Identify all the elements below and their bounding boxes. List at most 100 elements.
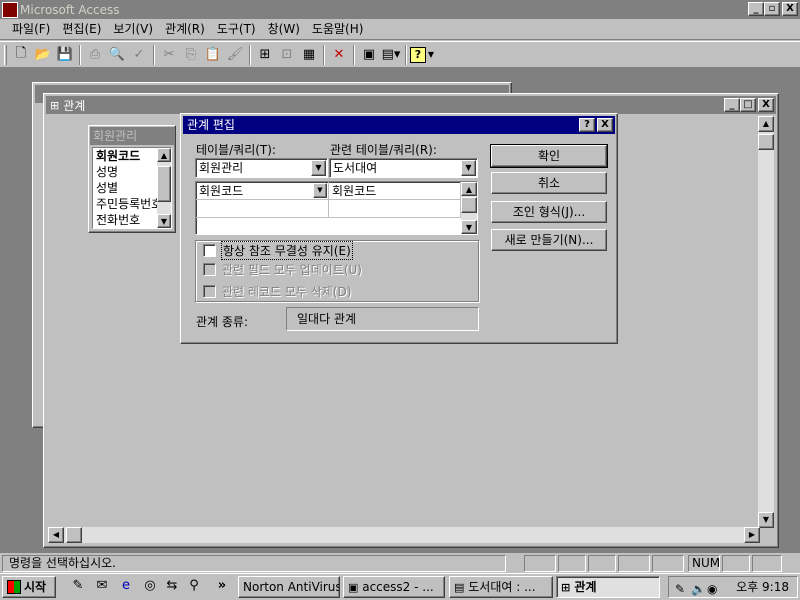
num-lock-indicator: NUM (688, 555, 720, 572)
access-app-icon[interactable] (2, 1, 18, 18)
show-all-icon[interactable]: ▦ (298, 44, 320, 66)
scroll-left-button[interactable]: ◀ (48, 527, 64, 543)
pen-icon[interactable]: ✎ (675, 579, 685, 599)
field-list-item[interactable]: 전화번호 (93, 212, 161, 228)
minimize-button[interactable]: _ (748, 2, 764, 16)
save-icon[interactable]: 💾 (54, 44, 76, 66)
show-direct-icon[interactable]: ⊡ (276, 44, 298, 66)
related-table-query-value: 도서대여 (333, 161, 378, 175)
task-rental[interactable]: ▤ 도서대여 : ... (449, 576, 553, 598)
grid-empty-cell[interactable] (329, 200, 461, 218)
scroll-right-button[interactable]: ▶ (744, 527, 760, 543)
quicklaunch-icon[interactable]: ⇆ (162, 578, 182, 596)
enforce-integrity-row[interactable]: 항상 참조 무결성 유지(E) (203, 241, 356, 260)
help-icon[interactable]: ? (410, 46, 426, 63)
paste-icon[interactable]: 📋 (202, 44, 224, 66)
print-preview-icon[interactable]: 🔍 (106, 44, 128, 66)
menu-edit[interactable]: 편집(E) (56, 20, 107, 38)
chevron-down-icon[interactable]: ▼ (311, 160, 326, 176)
status-panel (558, 555, 586, 572)
menu-relationships[interactable]: 관계(R) (159, 20, 211, 38)
vertical-scrollbar[interactable]: ▲ ▼ (758, 116, 774, 528)
open-icon[interactable]: 📂 (32, 44, 54, 66)
dialog-help-button[interactable]: ? (579, 118, 595, 132)
scroll-up-button[interactable]: ▲ (461, 182, 477, 196)
spelling-icon[interactable]: ✓ (128, 44, 150, 66)
right-field-cell[interactable]: 회원코드 (329, 182, 461, 200)
field-list-scrollbar[interactable]: ▲ ▼ (157, 148, 171, 228)
window-minimize-button[interactable]: _ (724, 98, 740, 112)
related-table-query-combo[interactable]: 도서대여 ▼ (329, 158, 478, 178)
hscroll-thumb[interactable] (66, 527, 82, 543)
quicklaunch-icon[interactable]: ⚲ (184, 578, 204, 596)
cascade-delete-row[interactable]: 관련 레코드 모두 삭제(D) (203, 283, 351, 300)
print-icon[interactable]: ⎙ (84, 44, 106, 66)
grid-scrollbar[interactable]: ▲ ▼ (461, 182, 477, 234)
scroll-down-button[interactable]: ▼ (461, 220, 477, 234)
chevron-down-icon[interactable]: ▼ (461, 160, 476, 176)
field-list-item[interactable]: 성별 (93, 180, 161, 196)
restore-button[interactable]: ▫ (764, 2, 780, 16)
field-list-item[interactable]: 회원코드 (93, 148, 161, 164)
field-list-window[interactable]: 회원관리 회원코드 성명 성별 주민등록번호 전화번호 ▲ ▼ (88, 125, 176, 233)
quicklaunch-icon[interactable]: ✉ (92, 578, 112, 596)
cascade-update-row[interactable]: 관련 필드 모두 업데이트(U) (203, 261, 362, 278)
scroll-down-button[interactable]: ▼ (157, 214, 171, 228)
cancel-button[interactable]: 취소 (491, 172, 607, 194)
field-mapping-grid[interactable]: 회원코드 ▼ 회원코드 ▲ ▼ (195, 181, 478, 235)
toolbar-grip[interactable] (4, 44, 7, 65)
toolbar: 🗋 📂 💾 ⎙ 🔍 ✓ ✂ ⎘ 📋 🖌 ⊞ ⊡ ▦ ✕ ▣ ▤▾ ? ▼ (0, 41, 800, 68)
taskbar-overflow[interactable]: » (212, 578, 232, 596)
clock: 오후 9:18 (736, 580, 789, 594)
field-list-item[interactable]: 성명 (93, 164, 161, 180)
task-norton-antivirus[interactable]: Norton AntiVirus (238, 576, 340, 598)
quicklaunch-icon[interactable]: ◎ (140, 578, 160, 596)
cascade-update-label: 관련 필드 모두 업데이트(U) (222, 263, 362, 277)
table-query-combo[interactable]: 회원관리 ▼ (195, 158, 328, 178)
menu-view[interactable]: 보기(V) (107, 20, 159, 38)
chevron-down-icon[interactable]: ▼ (313, 183, 327, 198)
format-painter-icon[interactable]: 🖌 (224, 44, 246, 66)
quicklaunch-icon[interactable]: ✎ (68, 578, 88, 596)
cascade-update-checkbox[interactable] (203, 263, 216, 276)
horizontal-scrollbar[interactable]: ◀ ▶ (48, 527, 760, 543)
new-icon[interactable]: 🗋 (10, 44, 32, 66)
delete-icon[interactable]: ✕ (328, 44, 350, 66)
enforce-integrity-checkbox[interactable] (203, 244, 216, 257)
tray-icon[interactable]: ◉ (707, 579, 717, 599)
scroll-thumb[interactable] (758, 134, 774, 150)
scroll-up-button[interactable]: ▲ (157, 148, 171, 162)
cut-icon[interactable]: ✂ (158, 44, 180, 66)
ok-button[interactable]: 확인 (490, 144, 608, 168)
grid-empty-cell[interactable] (196, 200, 329, 218)
task-access2[interactable]: ▣ access2 - ... (343, 576, 445, 598)
chevron-down-icon[interactable]: ▼ (426, 44, 436, 66)
menu-file[interactable]: 파일(F) (6, 20, 56, 38)
table-query-value: 회원관리 (199, 161, 244, 175)
join-type-button[interactable]: 조인 형식(J)... (491, 201, 607, 223)
scroll-down-button[interactable]: ▼ (758, 512, 774, 528)
window-close-button[interactable]: X (758, 98, 774, 112)
menu-window[interactable]: 창(W) (262, 20, 306, 38)
menu-help[interactable]: 도움말(H) (306, 20, 370, 38)
dialog-close-button[interactable]: X (597, 118, 613, 132)
scroll-thumb[interactable] (461, 197, 477, 213)
database-window-icon[interactable]: ▣ (358, 44, 380, 66)
menu-tools[interactable]: 도구(T) (211, 20, 262, 38)
volume-icon[interactable]: 🔈 (691, 579, 706, 599)
show-table-icon[interactable]: ⊞ (254, 44, 276, 66)
cascade-delete-checkbox[interactable] (203, 285, 216, 298)
field-list-item[interactable]: 주민등록번호 (93, 196, 161, 212)
scroll-thumb[interactable] (157, 166, 171, 202)
copy-icon[interactable]: ⎘ (180, 44, 202, 66)
internet-explorer-icon[interactable]: e (116, 578, 136, 596)
window-maximize-button[interactable]: □ (740, 98, 756, 112)
close-button[interactable]: X (782, 2, 798, 16)
scroll-up-button[interactable]: ▲ (758, 116, 774, 132)
left-field-cell[interactable]: 회원코드 ▼ (196, 182, 329, 200)
task-relationships[interactable]: ⊞ 관계 (556, 576, 660, 598)
new-object-icon[interactable]: ▤▾ (380, 44, 402, 66)
start-button[interactable]: 시작 (2, 576, 56, 598)
create-new-button[interactable]: 새로 만들기(N)... (491, 229, 607, 251)
field-list-title[interactable]: 회원관리 (90, 127, 174, 145)
